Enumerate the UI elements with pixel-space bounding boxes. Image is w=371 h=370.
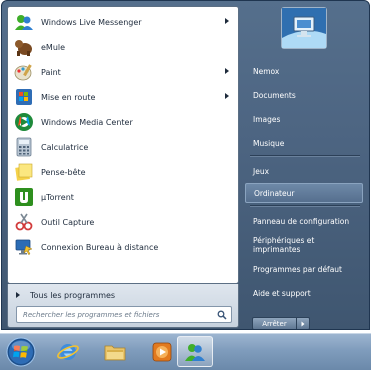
right-item-default-programs[interactable]: Programmes par défaut bbox=[245, 259, 363, 279]
shutdown-options-button[interactable] bbox=[297, 317, 310, 329]
remote-desktop-icon bbox=[13, 236, 35, 258]
user-picture[interactable] bbox=[281, 7, 327, 49]
all-programs-button[interactable]: Tous les programmes bbox=[16, 287, 231, 303]
start-orb-icon bbox=[6, 337, 36, 366]
search-icon[interactable] bbox=[217, 310, 227, 320]
right-item-devices-printers[interactable]: Périphériques et imprimantes bbox=[245, 235, 363, 255]
program-label: eMule bbox=[41, 42, 66, 52]
program-item-paint[interactable]: Paint bbox=[11, 60, 235, 84]
user-picture-icon bbox=[282, 8, 326, 48]
program-item-remote-desktop[interactable]: Connexion Bureau à distance bbox=[11, 235, 235, 259]
right-item-label: Images bbox=[253, 114, 281, 124]
messenger-icon bbox=[13, 11, 35, 33]
search-input[interactable] bbox=[17, 309, 215, 320]
snipping-tool-icon bbox=[13, 211, 35, 233]
start-menu: Windows Live Messenger eMule Paint Mise … bbox=[1, 0, 370, 330]
right-item-documents[interactable]: Documents bbox=[245, 85, 363, 105]
all-programs-label: Tous les programmes bbox=[30, 290, 116, 300]
program-item-messenger[interactable]: Windows Live Messenger bbox=[11, 10, 235, 34]
program-item-snipping-tool[interactable]: Outil Capture bbox=[11, 210, 235, 234]
programs-pane: Windows Live Messenger eMule Paint Mise … bbox=[7, 6, 239, 284]
getting-started-icon bbox=[13, 86, 35, 108]
arrow-right-icon bbox=[301, 321, 305, 326]
program-item-emule[interactable]: eMule bbox=[11, 35, 235, 59]
taskbar-messenger[interactable] bbox=[177, 336, 213, 367]
right-item-music[interactable]: Musique bbox=[245, 133, 363, 153]
program-label: Calculatrice bbox=[41, 142, 89, 152]
right-item-label: Jeux bbox=[253, 166, 270, 176]
messenger-icon bbox=[185, 343, 205, 361]
right-item-computer[interactable]: Ordinateur bbox=[245, 183, 363, 203]
program-item-media-center[interactable]: Windows Media Center bbox=[11, 110, 235, 134]
paint-icon bbox=[13, 61, 35, 83]
program-label: µTorrent bbox=[41, 192, 74, 202]
arrow-right-icon bbox=[16, 292, 20, 298]
program-label: Connexion Bureau à distance bbox=[41, 242, 159, 252]
explorer-folder-icon bbox=[104, 345, 126, 360]
media-player-icon bbox=[152, 342, 172, 361]
program-label: Mise en route bbox=[41, 92, 96, 102]
media-center-icon bbox=[13, 111, 35, 133]
shutdown-button[interactable]: Arrêter bbox=[252, 317, 297, 329]
calculator-icon bbox=[13, 136, 35, 158]
start-button[interactable] bbox=[6, 336, 36, 367]
right-item-images[interactable]: Images bbox=[245, 109, 363, 129]
submenu-arrow-icon[interactable] bbox=[225, 18, 229, 24]
program-label: Outil Capture bbox=[41, 217, 95, 227]
taskbar-windows-explorer[interactable] bbox=[98, 336, 132, 367]
all-programs-area: Tous les programmes bbox=[7, 284, 239, 328]
taskbar bbox=[0, 333, 371, 370]
right-item-label: Nemox bbox=[253, 66, 280, 76]
right-item-help-support[interactable]: Aide et support bbox=[245, 283, 363, 303]
right-item-label: Programmes par défaut bbox=[253, 264, 342, 274]
right-item-label: Panneau de configuration bbox=[253, 216, 350, 226]
submenu-arrow-icon[interactable] bbox=[225, 68, 229, 74]
program-label: Windows Live Messenger bbox=[41, 17, 142, 27]
right-item-label: Musique bbox=[253, 138, 285, 148]
right-item-label: Aide et support bbox=[253, 288, 311, 298]
right-item-label: Périphériques et imprimantes bbox=[253, 236, 315, 254]
program-label: Windows Media Center bbox=[41, 117, 133, 127]
program-item-getting-started[interactable]: Mise en route bbox=[11, 85, 235, 109]
utorrent-icon bbox=[13, 186, 35, 208]
program-label: Paint bbox=[41, 67, 61, 77]
right-item-nemox[interactable]: Nemox bbox=[245, 61, 363, 81]
shutdown-label: Arrêter bbox=[262, 319, 287, 328]
right-item-games[interactable]: Jeux bbox=[245, 161, 363, 181]
separator bbox=[250, 156, 360, 157]
program-label: Pense-bête bbox=[41, 167, 86, 177]
right-item-control-panel[interactable]: Panneau de configuration bbox=[245, 211, 363, 231]
internet-explorer-icon bbox=[57, 343, 79, 360]
program-item-calculator[interactable]: Calculatrice bbox=[11, 135, 235, 159]
sticky-notes-icon bbox=[13, 161, 35, 183]
separator bbox=[250, 206, 360, 207]
emule-icon bbox=[13, 36, 35, 58]
program-item-utorrent[interactable]: µTorrent bbox=[11, 185, 235, 209]
submenu-arrow-icon[interactable] bbox=[225, 93, 229, 99]
taskbar-internet-explorer[interactable] bbox=[51, 336, 85, 367]
right-item-label: Documents bbox=[253, 90, 296, 100]
right-item-label: Ordinateur bbox=[254, 188, 295, 198]
search-box[interactable] bbox=[16, 306, 232, 323]
program-item-sticky-notes[interactable]: Pense-bête bbox=[11, 160, 235, 184]
taskbar-media-player[interactable] bbox=[145, 336, 179, 367]
